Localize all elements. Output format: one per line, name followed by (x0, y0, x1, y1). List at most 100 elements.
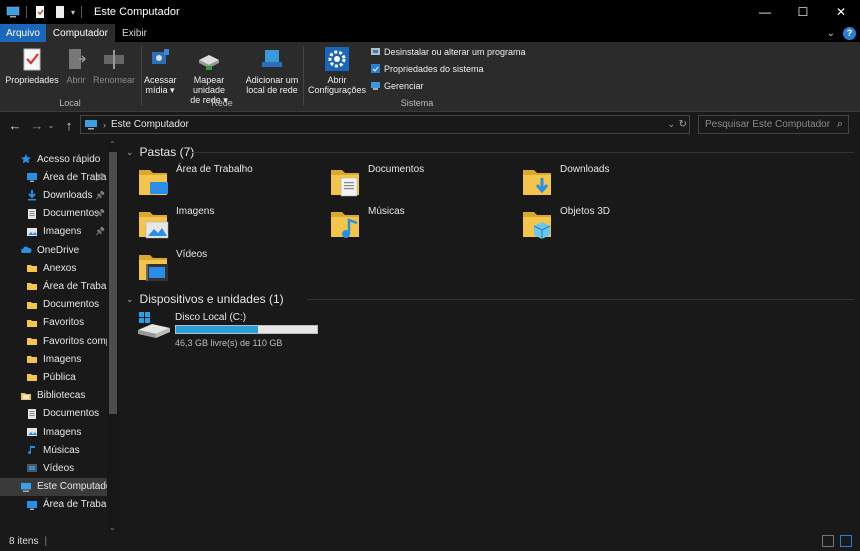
maximize-button[interactable]: ☐ (784, 0, 822, 24)
address-dropdown-icon[interactable]: ⌄ (667, 119, 675, 130)
document-icon (28, 208, 36, 219)
forward-button[interactable]: → (28, 116, 46, 134)
computer-icon (21, 482, 31, 492)
folder-item[interactable]: Objetos 3D (520, 206, 700, 244)
folder-item[interactable]: Downloads (520, 164, 700, 202)
chevron-down-icon[interactable]: ⌄ (126, 294, 134, 305)
back-button[interactable]: ← (6, 116, 24, 134)
nav-item-label: Bibliotecas (37, 390, 86, 402)
breadcrumb-chevron-icon[interactable]: › (103, 120, 106, 130)
desktop-folder-icon (139, 170, 168, 195)
ribbon-group-label: Rede (211, 98, 233, 108)
folder-icon (27, 283, 37, 291)
computer-icon (6, 6, 20, 18)
nav-item[interactable]: Favoritos compartilhados (0, 332, 107, 350)
video-icon (27, 464, 37, 473)
drive-item-c[interactable]: Disco Local (C:) 46,3 GB livre(s) de 110… (136, 310, 356, 350)
minimize-button[interactable]: — (746, 0, 784, 24)
scroll-thumb[interactable] (109, 152, 117, 414)
nav-item[interactable]: Imagens (0, 350, 107, 368)
gerenciar-label: Gerenciar (384, 80, 424, 91)
breadcrumb[interactable]: Este Computador (111, 119, 189, 130)
mapear-unidade-button[interactable]: Mapear unidade de rede ▾ (177, 46, 241, 105)
folder-item[interactable]: Documentos (328, 164, 508, 202)
nav-item[interactable]: Músicas (0, 441, 107, 459)
folder-item[interactable]: Músicas (328, 206, 508, 244)
propriedades-label: Propriedades (5, 75, 59, 85)
nav-item-label: Documentos (43, 208, 100, 220)
tab-exibir[interactable]: Exibir (115, 24, 154, 42)
chevron-down-icon[interactable]: ⌄ (126, 147, 134, 158)
new-folder-icon[interactable] (53, 5, 67, 19)
abrir-button[interactable]: Abrir (62, 46, 90, 85)
nav-item[interactable]: Documentos (0, 296, 107, 314)
recent-locations-button[interactable]: ⌄ (46, 116, 56, 134)
search-icon[interactable]: ⌕ (837, 118, 843, 131)
properties-icon[interactable] (33, 5, 47, 19)
abrir-configuracoes-label: Abrir Configurações (307, 75, 367, 95)
gerenciar-button[interactable]: Gerenciar (370, 80, 424, 91)
propriedades-sistema-label: Propriedades do sistema (384, 63, 484, 74)
renomear-button[interactable]: Renomear (92, 46, 136, 85)
details-view-button[interactable] (822, 535, 834, 547)
music-icon (28, 446, 35, 455)
nav-item-label: Imagens (43, 353, 82, 365)
folder-icon (27, 356, 37, 364)
folders-group-title: Pastas (7) (139, 145, 195, 159)
nav-item[interactable]: Documentos 📌 (0, 205, 107, 223)
documents-folder-icon (331, 170, 359, 197)
nav-item[interactable]: Downloads 📌 (0, 186, 107, 204)
desinstalar-programa-button[interactable]: Desinstalar ou alterar um programa (370, 46, 526, 57)
downloads-folder-icon (523, 170, 551, 195)
nav-item[interactable]: Este Computador (0, 477, 107, 496)
scrollbar[interactable]: ⌃ ⌄ (107, 140, 119, 532)
nav-item[interactable]: Área de Trabalho📌 (0, 168, 107, 186)
folder-icon (27, 265, 37, 273)
folder-item[interactable]: Imagens (136, 206, 316, 244)
up-button[interactable]: ↑ (60, 116, 78, 134)
nav-item[interactable]: Bibliotecas (0, 387, 107, 405)
large-icons-view-button[interactable] (840, 535, 852, 547)
item-count: 8 itens (9, 536, 39, 547)
nav-item[interactable]: Documentos (0, 405, 107, 423)
scroll-down-icon[interactable]: ⌄ (109, 523, 116, 532)
star-icon (21, 154, 31, 164)
search-input[interactable]: Pesquisar Este Computador ⌕ (698, 115, 849, 134)
desinstalar-label: Desinstalar ou alterar um programa (384, 46, 526, 57)
folder-icon (27, 374, 37, 382)
tab-computador[interactable]: Computador (45, 24, 115, 42)
properties-icon (23, 48, 41, 71)
nav-item[interactable]: Anexos (0, 259, 107, 277)
refresh-icon[interactable]: ↻ (679, 119, 687, 130)
abrir-configuracoes-button[interactable]: Abrir Configurações (306, 46, 368, 95)
nav-item[interactable]: Favoritos (0, 314, 107, 332)
scroll-up-icon[interactable]: ⌃ (109, 140, 116, 149)
chevron-down-icon[interactable]: ⌄ (827, 28, 835, 39)
nav-item-label: Downloads (43, 189, 93, 201)
nav-item[interactable]: Imagens 📌 (0, 223, 107, 241)
tab-arquivo[interactable]: Arquivo (0, 24, 46, 42)
folder-item[interactable]: Área de Trabalho (136, 164, 316, 202)
quick-access-dropdown-icon[interactable]: ▾ (71, 8, 75, 17)
nav-item[interactable]: Área de Trabalho (0, 277, 107, 295)
nav-item[interactable]: Vídeos (0, 459, 107, 477)
folders-group-header[interactable]: ⌄ Pastas (7) (126, 145, 194, 159)
address-bar[interactable]: › Este Computador ⌄ ↻ (80, 115, 690, 134)
propriedades-sistema-button[interactable]: Propriedades do sistema (370, 63, 484, 74)
windows-drive-icon (138, 312, 170, 338)
nav-item[interactable]: Acesso rápido (0, 150, 107, 168)
nav-item[interactable]: Área de Trabalho (0, 496, 107, 514)
adicionar-local-rede-label: Adicionar um local de rede (245, 75, 299, 95)
folder-item[interactable]: Vídeos (136, 249, 316, 287)
acessar-midia-button[interactable]: Acessar mídia ▾ (144, 46, 177, 95)
close-button[interactable]: ✕ (822, 0, 860, 24)
drive-name: Disco Local (C:) (175, 312, 247, 323)
nav-item[interactable]: Imagens (0, 423, 107, 441)
nav-item[interactable]: Pública (0, 368, 107, 386)
devices-group-header[interactable]: ⌄ Dispositivos e unidades (1) (126, 292, 284, 306)
adicionar-local-rede-button[interactable]: Adicionar um local de rede (243, 46, 301, 95)
nav-item[interactable]: OneDrive (0, 241, 107, 259)
help-icon[interactable]: ? (843, 26, 856, 40)
propriedades-button[interactable]: Propriedades (5, 46, 59, 85)
drive-usage-bar (175, 325, 318, 334)
